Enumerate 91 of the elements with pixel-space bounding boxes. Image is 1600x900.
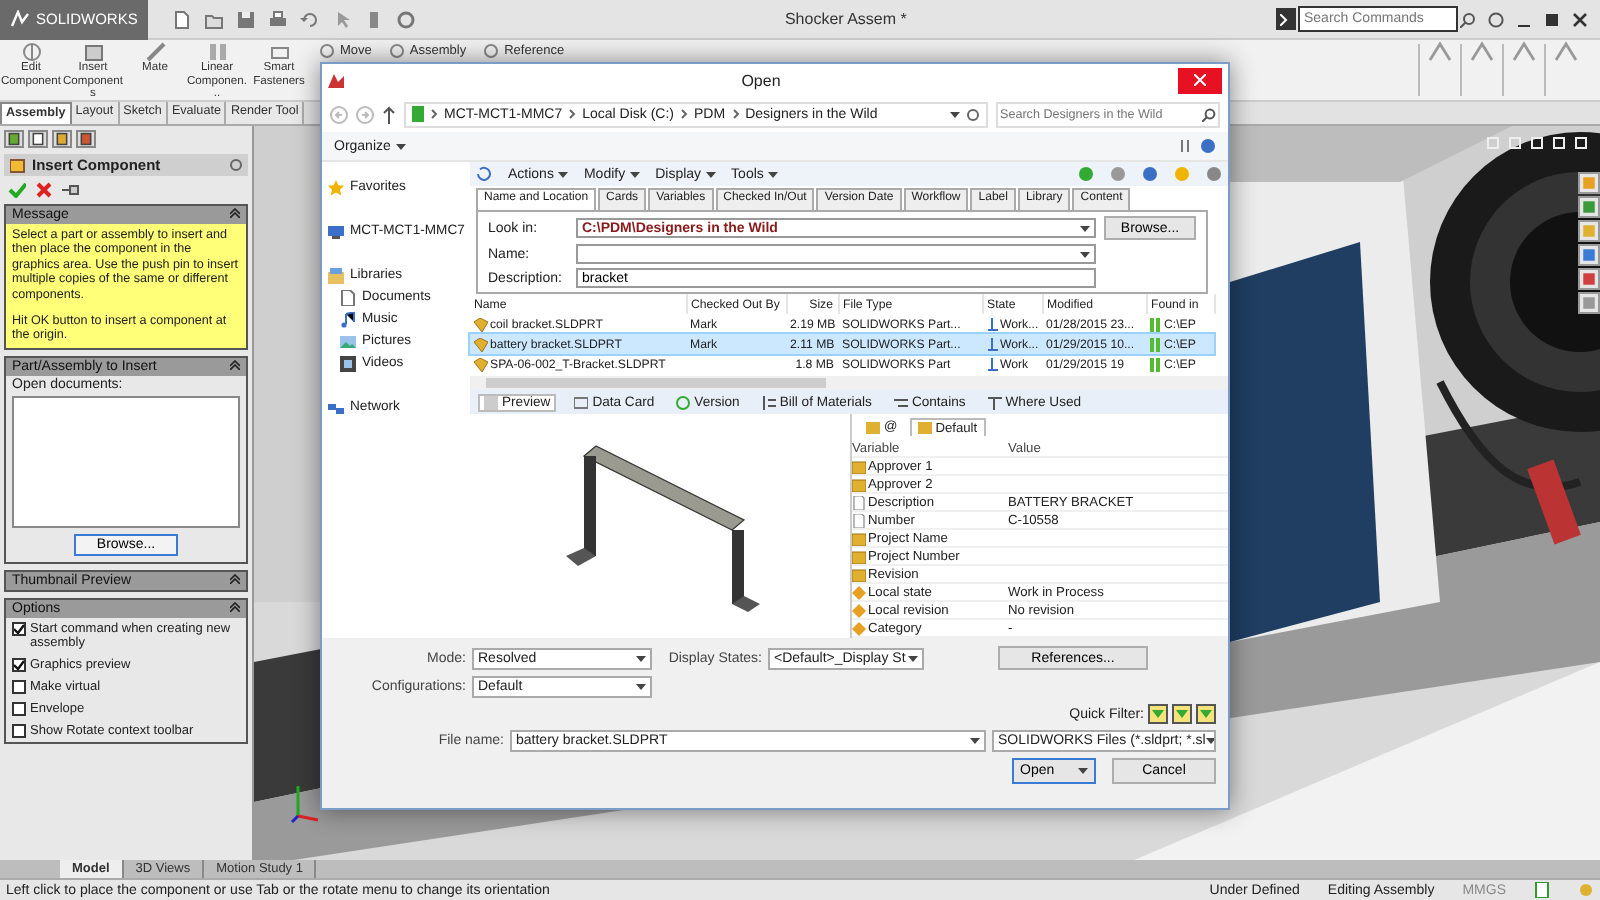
caret-icon [705,171,716,177]
tab-icon [574,395,589,409]
cancel-x-icon[interactable] [36,182,52,198]
tab-icon [676,395,691,409]
caret-icon [1080,225,1090,231]
ribbon-tool-icon [143,42,167,62]
search-icon [1202,107,1216,121]
chevron-right-icon [430,108,438,120]
dialog-title: Open [739,71,783,89]
caret-icon [1205,738,1214,744]
checkbox[interactable] [12,701,26,716]
ok-checkmark-icon[interactable] [8,182,26,198]
maximize-icon[interactable] [1544,11,1560,27]
feature-tree-icon[interactable] [4,130,24,148]
caret-icon [767,171,778,177]
open-documents-list[interactable] [12,395,240,528]
caret-icon [1080,251,1090,257]
computer-icon [328,223,344,239]
command-prompt-icon [1279,13,1293,25]
card-icon [917,422,932,434]
ribbon-tool-icon [19,42,43,62]
videos-icon [340,355,356,371]
caret-icon [629,171,640,177]
undo-icon[interactable] [299,9,320,29]
up-arrow-icon[interactable] [382,105,396,123]
favorites-icon [328,179,344,195]
app-icon [328,72,344,88]
tab-icon [484,395,498,409]
chevron-right-icon [680,108,689,120]
ribbon-tool-icon [205,42,229,62]
ribbon-tool-icon [81,42,105,62]
open-folder-icon[interactable] [203,9,224,29]
checkbox[interactable] [12,723,26,738]
filter-assemblies-icon[interactable] [1172,704,1192,724]
checkbox[interactable] [12,621,26,636]
property-icon[interactable] [28,130,48,148]
ribbon-tool-icon[interactable] [1426,40,1454,64]
check-icon [14,659,24,670]
name-dropdown[interactable] [576,244,1096,264]
insert-component-icon [10,157,26,173]
caret-icon [1078,768,1088,774]
save-icon[interactable] [235,9,256,29]
check-icon [14,623,24,634]
caret-icon [557,171,568,177]
documents-icon [340,289,356,305]
new-document-icon[interactable] [171,9,192,29]
caret-icon [970,738,980,744]
horizontal-scrollbar[interactable] [470,376,1228,390]
ribbon-tool-icon[interactable] [1552,40,1580,64]
card-icon [866,421,880,433]
close-button[interactable] [1178,67,1222,93]
checkbox[interactable] [12,657,26,672]
push-pin-icon[interactable] [62,182,80,198]
print-icon[interactable] [267,9,288,29]
network-icon [328,399,344,415]
collapse-chevron-icon[interactable] [230,359,240,370]
collapse-chevron-icon[interactable] [230,573,240,584]
configuration-icon[interactable] [52,130,72,148]
libraries-icon [328,267,344,283]
pictures-icon [340,333,356,349]
caret-icon [396,143,407,149]
caret-icon [950,111,960,117]
chevron-right-icon [568,108,577,120]
view-options-icon[interactable] [1178,138,1194,154]
document-title: Shocker Assem * [782,10,909,28]
filter-top-level-icon[interactable] [1196,704,1216,724]
chevron-right-icon [731,108,740,120]
appearance-icon[interactable] [76,130,96,148]
tab-icon [893,395,908,409]
ribbon-tool-icon [387,42,406,60]
collapse-chevron-icon[interactable] [230,601,240,612]
ribbon-tool-icon [482,42,501,60]
axis-triad-icon [290,780,322,824]
ribbon-tool-icon [267,42,291,62]
music-icon [340,311,356,327]
caret-icon [636,655,646,661]
workflow-state-icon [986,317,998,331]
search-icon[interactable] [1460,11,1476,27]
ribbon-tool-icon[interactable] [1468,40,1496,64]
caret-icon [908,655,918,661]
ribbon-tool-icon[interactable] [1510,40,1538,64]
ribbon-tool-icon [318,42,336,60]
filter-parts-icon[interactable] [1148,704,1168,724]
tab-icon [761,395,776,409]
checkbox[interactable] [12,679,26,694]
collapse-chevron-icon[interactable] [230,208,240,218]
workflow-state-icon [986,337,998,351]
tab-icon [987,395,1002,409]
workflow-state-icon [986,357,998,371]
ds-logo-icon [10,10,30,28]
caret-icon [636,684,646,690]
